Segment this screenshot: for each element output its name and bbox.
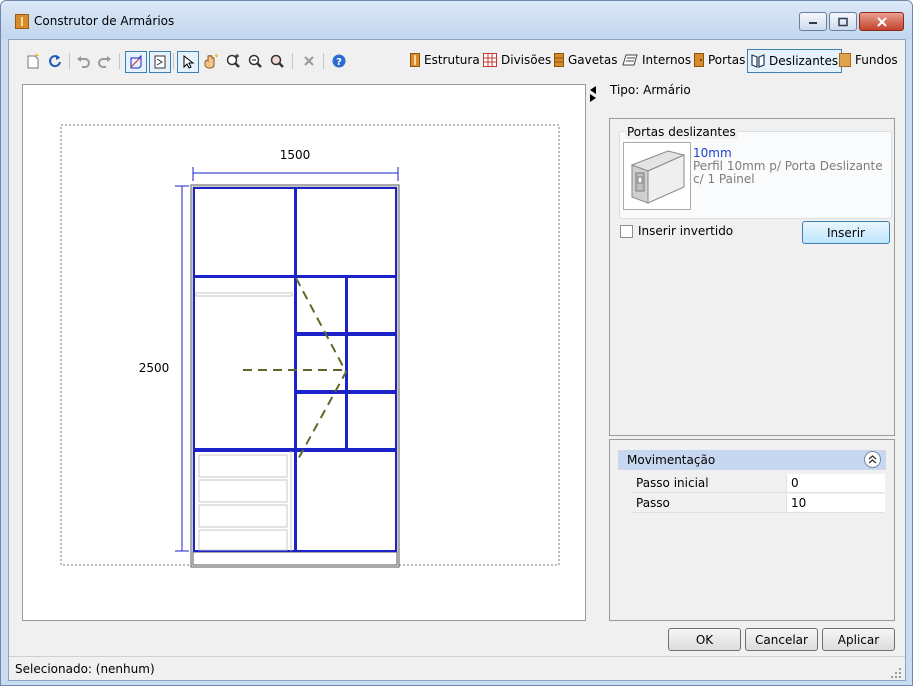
status-text: Selecionado: (nenhum) (15, 662, 155, 676)
collapse-arrows-icon (590, 86, 596, 102)
delete-button[interactable] (299, 51, 319, 71)
tipo-label: Tipo: Armário (610, 83, 691, 97)
tab-deslizantes[interactable]: Deslizantes (747, 49, 843, 73)
ok-button[interactable]: OK (668, 628, 741, 651)
maximize-icon (838, 17, 848, 26)
cabinet-structure-icon (410, 53, 420, 67)
zoom-in-icon (226, 54, 240, 68)
grid-divisions-icon (483, 53, 497, 67)
property-row-passo: Passo 10 (632, 494, 885, 513)
passo-inicial-input[interactable]: 0 (786, 474, 885, 492)
width-label: 1500 (280, 148, 311, 162)
width-dimension: 1500 (192, 148, 399, 181)
door-icon (694, 53, 704, 67)
cabinet-canvas[interactable]: 1500 2500 (22, 84, 586, 621)
insert-inverted-label: Inserir invertido (638, 224, 734, 238)
help-button[interactable]: ? (329, 51, 349, 71)
tab-estrutura[interactable]: Estrutura (407, 49, 483, 71)
new-document-icon (27, 53, 39, 69)
cabinet-body (190, 184, 400, 568)
window-title: Construtor de Armários (34, 14, 175, 28)
refresh-button[interactable] (45, 51, 65, 71)
panel-collapse-arrows[interactable] (588, 85, 598, 106)
pan-tool-button[interactable] (201, 51, 221, 71)
tab-internos[interactable]: Internos (619, 49, 694, 71)
cancel-button[interactable]: Cancelar (745, 628, 818, 651)
zoom-fit-button[interactable] (267, 51, 287, 71)
sliding-doors-icon (751, 54, 765, 68)
front-view-icon (154, 55, 166, 69)
height-dimension: 2500 (139, 185, 189, 552)
zoom-out-icon (248, 54, 262, 68)
title-bar: Construtor de Armários (1, 1, 912, 39)
undo-button[interactable] (73, 51, 93, 71)
sliding-doors-panel: Portas deslizantes 10mm Perfil 10mm p/ P… (609, 118, 895, 436)
back-panel-icon (839, 53, 851, 67)
status-bar: Selecionado: (nenhum) (9, 656, 905, 681)
hand-pan-icon (204, 54, 218, 69)
view-3d-button[interactable] (125, 51, 147, 73)
movement-title: Movimentação (627, 453, 716, 467)
redo-icon (98, 56, 111, 68)
drawers-icon (554, 53, 564, 67)
view-front-button[interactable] (149, 51, 171, 73)
chevron-double-up-icon (868, 455, 877, 464)
profile-name[interactable]: 10mm (693, 146, 732, 160)
minimize-icon (809, 21, 817, 24)
redo-button[interactable] (95, 51, 115, 71)
sliding-doors-group: Portas deslizantes 10mm Perfil 10mm p/ P… (619, 125, 892, 219)
undo-icon (77, 56, 90, 68)
select-tool-button[interactable] (177, 51, 199, 73)
group-title: Portas deslizantes (625, 125, 738, 139)
internals-icon (622, 54, 638, 66)
insert-inverted-option[interactable]: Inserir invertido (620, 224, 733, 238)
toolbar: ? Estrutura Divisões Gavetas Internos Po… (9, 40, 905, 80)
resize-grip-icon[interactable] (890, 667, 902, 679)
zoom-extents-icon (270, 54, 284, 68)
passo-input[interactable]: 10 (786, 494, 885, 512)
height-label: 2500 (139, 361, 170, 375)
property-row-passo-inicial: Passo inicial 0 (632, 474, 885, 493)
insert-inverted-checkbox[interactable] (620, 224, 633, 238)
new-button[interactable] (23, 51, 43, 71)
maximize-button[interactable] (829, 12, 857, 31)
main-window: Construtor de Armários ? Estrutura Divis… (0, 0, 913, 686)
refresh-icon (49, 55, 61, 68)
cabinet-drawing: 1500 2500 (60, 124, 560, 568)
zoom-in-button[interactable] (223, 51, 243, 71)
movement-header[interactable]: Movimentação (618, 450, 886, 470)
aluminium-profile-icon (630, 150, 686, 204)
help-icon: ? (332, 54, 346, 68)
close-icon (876, 16, 887, 27)
apply-button[interactable]: Aplicar (822, 628, 895, 651)
tab-divisoes[interactable]: Divisões (480, 49, 554, 71)
insert-button[interactable]: Inserir (802, 221, 890, 244)
property-key: Passo inicial (636, 476, 709, 490)
client-area: ? Estrutura Divisões Gavetas Internos Po… (8, 39, 906, 681)
minimize-button[interactable] (799, 12, 827, 31)
movement-panel: Movimentação Passo inicial 0 Passo 10 (609, 439, 895, 621)
tab-gavetas[interactable]: Gavetas (551, 49, 620, 71)
profile-thumbnail[interactable] (623, 142, 691, 210)
perspective-view-icon (130, 54, 142, 69)
tab-fundos[interactable]: Fundos (836, 49, 901, 71)
profile-description: Perfil 10mm p/ Porta Deslizante c/ 1 Pai… (693, 159, 883, 186)
delete-x-icon (304, 56, 314, 66)
zoom-out-button[interactable] (245, 51, 265, 71)
svg-text:?: ? (336, 57, 342, 68)
pointer-icon (183, 54, 195, 69)
collapse-button[interactable] (864, 451, 881, 468)
property-key: Passo (636, 496, 670, 510)
tab-portas[interactable]: Portas (691, 49, 748, 71)
close-button[interactable] (859, 12, 904, 31)
app-cabinet-icon (15, 14, 29, 29)
